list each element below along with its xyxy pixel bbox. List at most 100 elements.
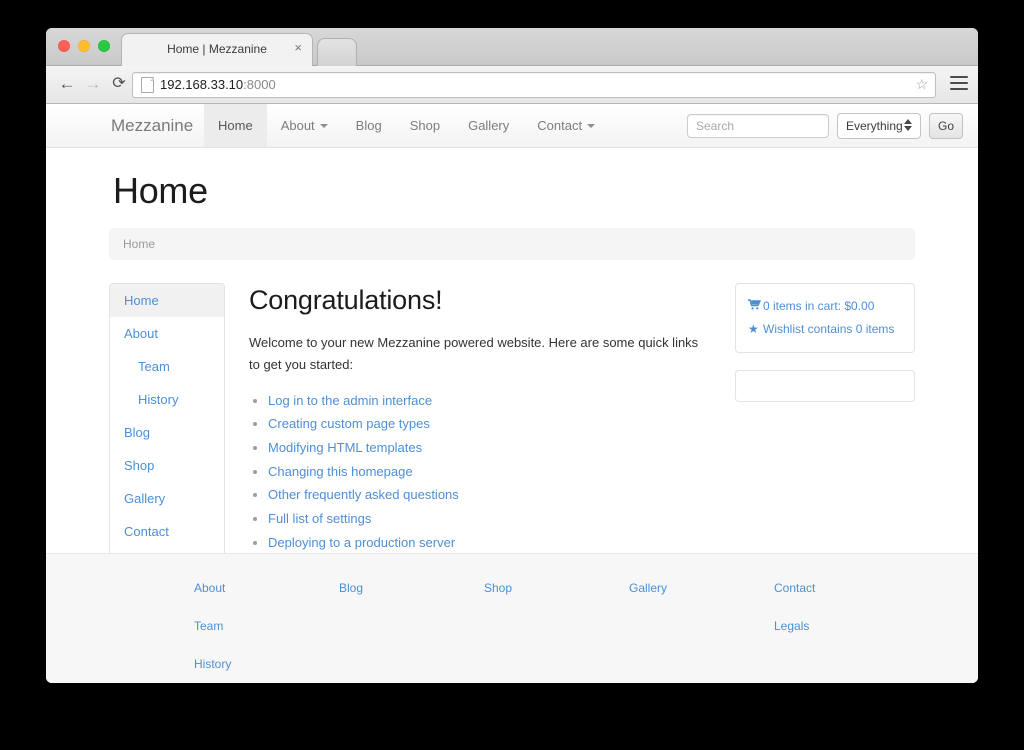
nav-item-contact[interactable]: Contact xyxy=(523,104,609,147)
site-navbar: Mezzanine Home About Blog Shop Gallery C… xyxy=(46,104,978,148)
maximize-window-button[interactable] xyxy=(98,40,110,52)
footer-column-gallery: Gallery xyxy=(629,581,774,683)
quick-link-admin[interactable]: Log in to the admin interface xyxy=(268,393,432,408)
new-tab-button[interactable] xyxy=(317,38,357,66)
footer-link-shop[interactable]: Shop xyxy=(484,581,629,595)
list-item: Log in to the admin interface xyxy=(268,391,713,411)
page-body: Home Home Home About Team History Blog S… xyxy=(46,148,978,582)
quick-link-templates[interactable]: Modifying HTML templates xyxy=(268,440,422,455)
browser-tab-title: Home | Mezzanine xyxy=(167,42,267,56)
footer-link-gallery[interactable]: Gallery xyxy=(629,581,774,595)
quick-link-homepage[interactable]: Changing this homepage xyxy=(268,464,413,479)
address-bar[interactable]: 192.168.33.10:8000 ☆ xyxy=(132,72,936,98)
right-sidebar: 0 items in cart: $0.00 ★ Wishlist contai… xyxy=(735,283,915,419)
nav-item-label: About xyxy=(280,118,315,133)
chevron-down-icon xyxy=(587,123,596,128)
cart-panel: 0 items in cart: $0.00 ★ Wishlist contai… xyxy=(735,283,915,353)
footer-link-contact[interactable]: Contact xyxy=(774,581,919,595)
sidebar-item-blog[interactable]: Blog xyxy=(110,416,224,449)
footer-link-blog[interactable]: Blog xyxy=(339,581,484,595)
reload-icon[interactable]: ⟳ xyxy=(108,73,130,95)
nav-item-shop[interactable]: Shop xyxy=(396,104,454,147)
page-title: Home xyxy=(113,170,208,211)
browser-window: Home | Mezzanine × ← → ⟳ 192.168.33.10:8… xyxy=(46,28,978,683)
site-search-form: Everything Go xyxy=(687,113,963,139)
quick-link-faq[interactable]: Other frequently asked questions xyxy=(268,487,459,502)
url-port: :8000 xyxy=(243,77,276,92)
nav-item-home[interactable]: Home xyxy=(204,104,267,147)
quick-links-list: Log in to the admin interface Creating c… xyxy=(249,391,713,553)
sidebar-item-history[interactable]: History xyxy=(110,383,224,416)
sidebar-item-shop[interactable]: Shop xyxy=(110,449,224,482)
breadcrumb-item-home: Home xyxy=(123,237,156,251)
wishlist-summary-row[interactable]: ★ Wishlist contains 0 items xyxy=(748,318,902,341)
nav-item-gallery[interactable]: Gallery xyxy=(454,104,523,147)
star-icon: ★ xyxy=(748,321,759,336)
footer-column-about: About Team History xyxy=(194,581,339,683)
empty-side-panel xyxy=(735,369,915,402)
footer-link-team[interactable]: Team xyxy=(194,619,339,633)
nav-item-label: Gallery xyxy=(468,118,510,133)
quick-link-page-types[interactable]: Creating custom page types xyxy=(268,416,430,431)
chevron-down-icon xyxy=(319,123,328,128)
list-item: Other frequently asked questions xyxy=(268,485,713,505)
sidebar-item-gallery[interactable]: Gallery xyxy=(110,482,224,515)
nav-item-label: Shop xyxy=(409,118,441,133)
sidebar-item-about[interactable]: About xyxy=(110,317,224,350)
content-columns: Home About Team History Blog Shop Galler… xyxy=(109,283,915,582)
nav-item-label: Contact xyxy=(537,118,583,133)
close-window-button[interactable] xyxy=(58,40,70,52)
quick-link-deploy[interactable]: Deploying to a production server xyxy=(268,535,455,550)
hamburger-menu-icon[interactable] xyxy=(950,76,968,90)
cart-summary-row[interactable]: 0 items in cart: $0.00 xyxy=(748,295,902,318)
list-item: Creating custom page types xyxy=(268,414,713,434)
footer-columns: About Team History Blog Shop Gallery Con… xyxy=(194,554,894,683)
nav-item-label: Blog xyxy=(355,118,382,133)
browser-tab-strip: Home | Mezzanine × xyxy=(46,28,978,66)
footer-column-shop: Shop xyxy=(484,581,629,683)
nav-item-label: Home xyxy=(218,118,253,133)
footer-link-legals[interactable]: Legals xyxy=(774,619,919,633)
footer-link-about[interactable]: About xyxy=(194,581,339,595)
bookmark-star-icon[interactable]: ☆ xyxy=(915,77,928,92)
close-tab-icon[interactable]: × xyxy=(294,41,302,55)
list-item: Full list of settings xyxy=(268,509,713,529)
list-item: Deploying to a production server xyxy=(268,533,713,553)
address-bar-text: 192.168.33.10:8000 xyxy=(160,77,276,92)
wishlist-summary-text: Wishlist contains 0 items xyxy=(763,321,895,336)
minimize-window-button[interactable] xyxy=(78,40,90,52)
stepper-arrows-icon xyxy=(904,119,912,131)
breadcrumb: Home xyxy=(109,228,915,260)
page-viewport: Mezzanine Home About Blog Shop Gallery C… xyxy=(46,104,978,683)
sidebar-item-contact[interactable]: Contact xyxy=(110,515,224,548)
cart-summary-text: 0 items in cart: $0.00 xyxy=(763,299,875,313)
url-host: 192.168.33.10 xyxy=(160,77,244,92)
footer-column-blog: Blog xyxy=(339,581,484,683)
list-item: Modifying HTML templates xyxy=(268,438,713,458)
welcome-paragraph: Welcome to your new Mezzanine powered we… xyxy=(249,335,699,373)
back-icon[interactable]: ← xyxy=(56,73,78,95)
content-heading: Congratulations! xyxy=(249,285,443,315)
left-sidebar-nav: Home About Team History Blog Shop Galler… xyxy=(109,283,225,582)
page-document-icon xyxy=(141,77,154,93)
browser-toolbar: ← → ⟳ 192.168.33.10:8000 ☆ xyxy=(46,66,978,104)
sidebar-item-team[interactable]: Team xyxy=(110,350,224,383)
quick-link-settings[interactable]: Full list of settings xyxy=(268,511,371,526)
forward-icon[interactable]: → xyxy=(82,73,104,95)
footer-link-history[interactable]: History xyxy=(194,657,339,671)
window-controls xyxy=(58,40,110,52)
nav-item-blog[interactable]: Blog xyxy=(342,104,396,147)
footer-column-contact: Contact Legals xyxy=(774,581,919,683)
site-brand[interactable]: Mezzanine xyxy=(111,116,193,136)
search-go-button[interactable]: Go xyxy=(929,113,963,139)
main-content: Congratulations! Welcome to your new Mez… xyxy=(225,283,735,556)
shopping-cart-icon xyxy=(748,295,763,318)
list-item: Changing this homepage xyxy=(268,462,713,482)
sidebar-item-home[interactable]: Home xyxy=(110,284,224,317)
site-nav-links: Home About Blog Shop Gallery Contact xyxy=(204,104,609,147)
search-scope-select[interactable]: Everything xyxy=(837,113,921,139)
browser-tab[interactable]: Home | Mezzanine × xyxy=(121,33,313,66)
nav-item-about[interactable]: About xyxy=(267,104,342,147)
site-footer: About Team History Blog Shop Gallery Con… xyxy=(46,553,978,683)
search-input[interactable] xyxy=(687,114,829,138)
